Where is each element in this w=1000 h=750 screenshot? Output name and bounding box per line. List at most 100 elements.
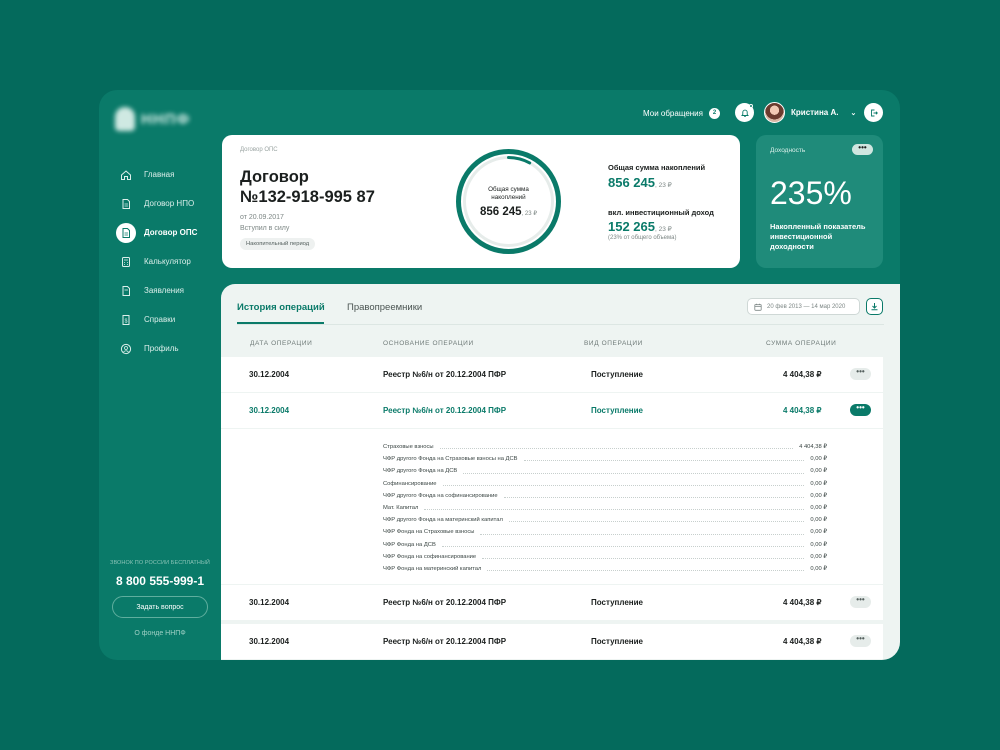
operation-basis: Реестр №6/н от 20.12.2004 ПФР (383, 406, 507, 415)
detail-line: ЧФР Фонда на софинансирование 0,00 ₽ (383, 551, 827, 563)
ring-text: Общая сумма накоплений 856 245, 23 ₽ (454, 147, 563, 256)
phone-number[interactable]: 8 800 555-999-1 (99, 574, 221, 588)
download-icon (871, 303, 878, 311)
detail-line: Страховые взносы 4 404,38 ₽ (383, 441, 827, 453)
logout-button[interactable] (864, 103, 883, 122)
sidebar-item-label: Заявления (144, 286, 185, 295)
detail-label: ЧФР другого Фонда на материнский капитал (383, 517, 503, 524)
detail-label: ЧФР Фонда на софинансирование (383, 553, 477, 560)
home-icon (119, 168, 133, 182)
logout-icon (870, 109, 878, 116)
operation-basis: Реестр №6/н от 20.12.2004 ПФР (383, 598, 507, 607)
row-more-button[interactable]: ••• (850, 404, 871, 416)
about-fund-link[interactable]: О фонде ННПФ (99, 630, 221, 637)
sidebar: ННПФ Главная Договор НПО Договор ОПС Кал… (99, 90, 221, 660)
detail-value: 0,00 ₽ (810, 468, 827, 475)
tab-successors[interactable]: Правопреемники (347, 302, 422, 313)
notifications-button[interactable] (735, 103, 754, 122)
detail-value: 0,00 ₽ (810, 492, 827, 499)
sidebar-item-label: Договор НПО (144, 199, 195, 208)
detail-leader (480, 533, 805, 535)
my-appeals-link[interactable]: Мои обращения 2 (643, 105, 720, 121)
detail-leader (508, 521, 805, 523)
detail-line: Софинансирование 0,00 ₽ (383, 478, 827, 490)
ring-amount: 856 245 (479, 205, 522, 218)
sidebar-item-certificates[interactable]: $ Справки (99, 305, 221, 334)
operation-basis: Реестр №6/н от 20.12.2004 ПФР (383, 637, 507, 646)
date-range-picker[interactable]: 20 фев 2013 — 14 мар 2020 (747, 298, 860, 315)
sidebar-item-ops-contract[interactable]: Договор ОПС (99, 218, 221, 247)
sidebar-item-label: Договор ОПС (144, 228, 198, 237)
contract-number: №132-918-995 87 (240, 188, 375, 206)
call-label: ЗВОНОК ПО РОССИИ БЕСПЛАТНЫЙ (110, 560, 210, 566)
detail-leader (439, 448, 794, 450)
operation-amount: 4 404,38 ₽ (783, 406, 822, 415)
row-more-button[interactable]: ••• (850, 635, 871, 647)
detail-label: Софинансирование (383, 480, 437, 487)
investment-income-label: вкл. инвестиционный доход (608, 208, 714, 217)
detail-leader (442, 484, 805, 486)
certificate-icon: $ (119, 313, 133, 327)
detail-label: ЧФР Фонда на Страховые взносы (383, 529, 475, 536)
yield-description: Накопленный показатель инвестиционной до… (770, 222, 866, 251)
detail-label: ЧФР Фонда на материнский капитал (383, 566, 482, 573)
invest-cents: , 23 ₽ (655, 226, 672, 233)
invest-amount: 152 265 (608, 219, 655, 234)
detail-value: 0,00 ₽ (810, 480, 827, 487)
sidebar-item-home[interactable]: Главная (99, 160, 221, 189)
logo[interactable]: ННПФ (115, 104, 193, 134)
operation-date: 30.12.2004 (249, 598, 290, 607)
detail-line: ЧФР Фонда на материнский капитал 0,00 ₽ (383, 563, 827, 575)
detail-line: ЧФР Фонда на Страховые взносы 0,00 ₽ (383, 526, 827, 538)
svg-text:$: $ (125, 318, 128, 324)
contract-status: Вступил в силу (240, 225, 290, 232)
total-savings-label: Общая сумма накоплений (608, 163, 706, 172)
more-options-button[interactable]: ••• (852, 144, 873, 155)
ring-label: Общая сумма накоплений (488, 185, 529, 201)
table-row-expanded[interactable]: 30.12.2004 Реестр №6/н от 20.12.2004 ПФР… (221, 393, 883, 428)
calendar-icon (754, 303, 762, 311)
contract-label: Договор ОПС (240, 147, 278, 153)
calculator-icon (119, 255, 133, 269)
operation-type: Поступление (591, 598, 644, 607)
column-header-type: ВИД ОПЕРАЦИИ (584, 340, 643, 347)
sidebar-item-profile[interactable]: Профиль (99, 334, 221, 363)
download-button[interactable] (866, 298, 883, 315)
table-row[interactable]: 30.12.2004 Реестр №6/н от 20.12.2004 ПФР… (221, 357, 883, 392)
sidebar-item-calculator[interactable]: Калькулятор (99, 247, 221, 276)
logo-mark (115, 107, 135, 131)
row-more-button[interactable]: ••• (850, 368, 871, 380)
active-tab-underline (237, 322, 324, 324)
sidebar-item-applications[interactable]: Заявления (99, 276, 221, 305)
detail-value: 0,00 ₽ (810, 517, 827, 524)
sidebar-item-label: Профиль (144, 344, 179, 353)
sidebar-item-label: Главная (144, 170, 175, 179)
detail-label: Мат. Капитал (383, 505, 419, 512)
ask-question-button[interactable]: Задать вопрос (112, 596, 208, 618)
table-row[interactable]: 30.12.2004 Реестр №6/н от 20.12.2004 ПФР… (221, 585, 883, 620)
investment-share-note: (23% от общего объема) (608, 235, 677, 241)
yield-value: 235% (770, 175, 852, 211)
table-row[interactable]: 30.12.2004 Реестр №6/н от 20.12.2004 ПФР… (221, 624, 883, 659)
total-amount: 856 245 (608, 175, 655, 190)
notification-dot (749, 104, 753, 108)
sidebar-item-npo-contract[interactable]: Договор НПО (99, 189, 221, 218)
period-tag: Накопительный период (240, 238, 316, 250)
contract-date-value: от 20.09.2017 (240, 214, 284, 221)
sidebar-item-label: Справки (144, 315, 176, 324)
logo-text: ННПФ (141, 110, 191, 128)
row-more-button[interactable]: ••• (850, 596, 871, 608)
user-name: Кристина А. (791, 108, 839, 117)
detail-line: ЧФР другого Фонда на ДСВ 0,00 ₽ (383, 465, 827, 477)
tab-operations-history[interactable]: История операций (237, 302, 325, 313)
ring-cents: , 23 ₽ (521, 210, 538, 217)
detail-value: 0,00 ₽ (810, 505, 827, 512)
document-icon (119, 197, 133, 211)
detail-label: ЧФР другого Фонда на Страховые взносы на… (383, 456, 518, 463)
appeals-count-badge: 2 (708, 107, 720, 119)
operation-type: Поступление (591, 637, 644, 646)
user-menu[interactable]: Кристина А. ⌄ (764, 102, 856, 123)
detail-value: 4 404,38 ₽ (799, 444, 827, 451)
detail-value: 0,00 ₽ (810, 553, 827, 560)
detail-label: ЧФР другого Фонда на софинансирование (383, 492, 498, 499)
